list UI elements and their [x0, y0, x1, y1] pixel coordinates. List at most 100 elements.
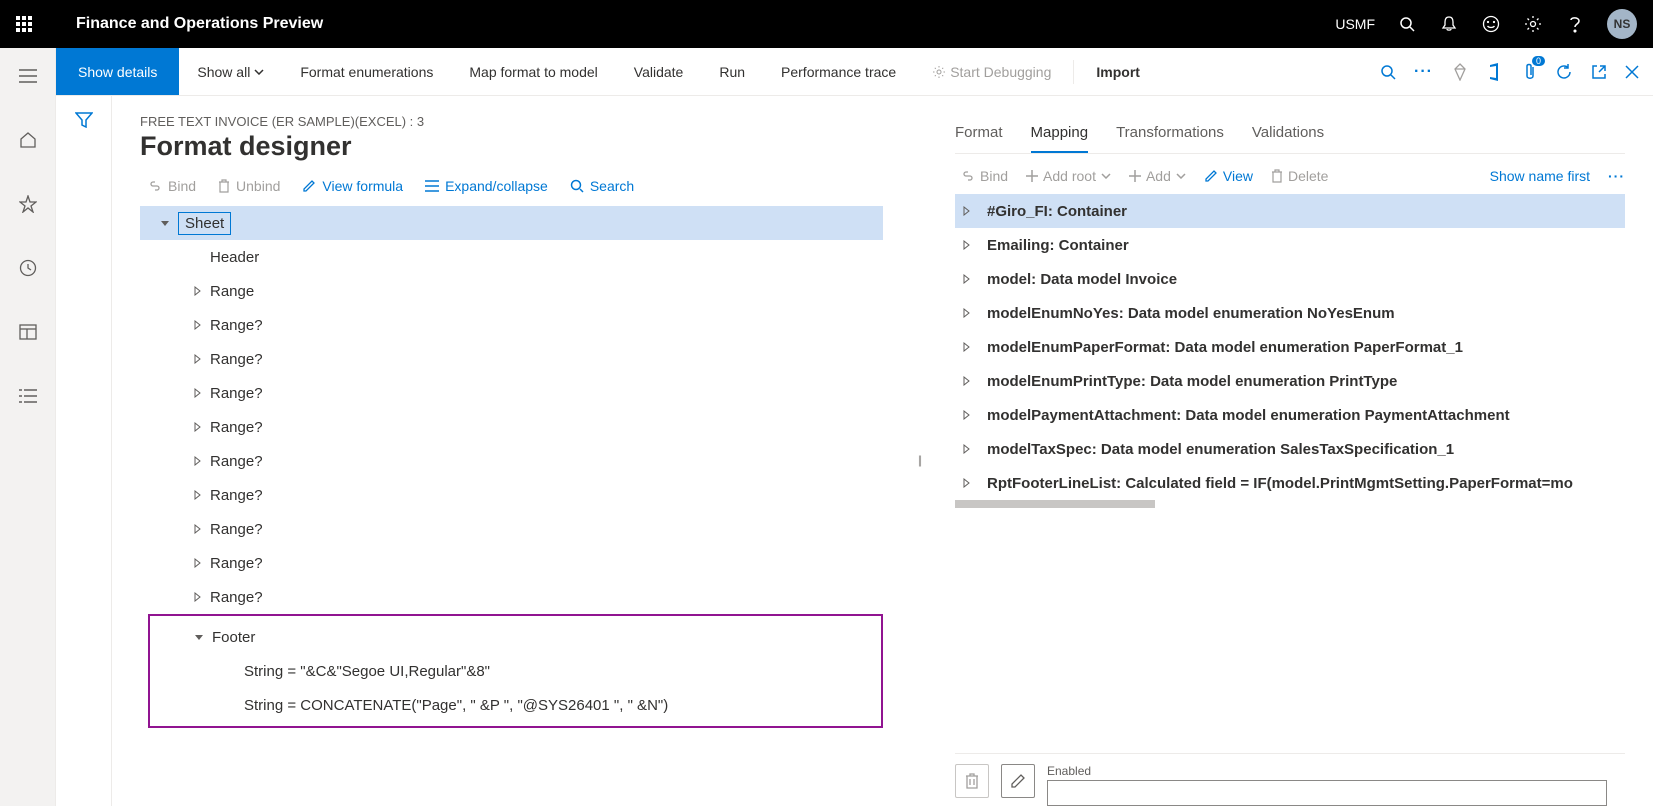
format-tree[interactable]: SheetHeaderRangeRange?Range?Range?Range?… [140, 206, 883, 806]
mapping-tree[interactable]: #Giro_FI: ContainerEmailing: Containermo… [955, 194, 1625, 500]
workspace-icon[interactable] [8, 312, 48, 352]
modules-icon[interactable] [8, 376, 48, 416]
hamburger-icon[interactable] [8, 56, 48, 96]
add-root-button[interactable]: Add root [1026, 168, 1111, 184]
delete-button[interactable]: Delete [1271, 168, 1328, 184]
tree-toggle-icon[interactable] [961, 274, 979, 284]
mapping-row[interactable]: modelEnumPaperFormat: Data model enumera… [955, 330, 1625, 364]
tree-toggle-icon[interactable] [192, 388, 210, 398]
tree-row[interactable]: Range? [140, 512, 883, 546]
gear-icon[interactable] [1523, 14, 1543, 34]
tree-toggle-icon[interactable] [192, 456, 210, 466]
splitter[interactable]: || [915, 114, 923, 806]
smiley-icon[interactable] [1481, 14, 1501, 34]
view-formula-button[interactable]: View formula [302, 178, 403, 194]
map-bind-button[interactable]: Bind [961, 168, 1008, 184]
add-button[interactable]: Add [1129, 168, 1186, 184]
tree-row[interactable]: String = CONCATENATE("Page", " &P ", "@S… [150, 688, 881, 722]
tree-row[interactable]: Range [140, 274, 883, 308]
search-cmd-icon[interactable] [1380, 64, 1396, 80]
tree-toggle-icon[interactable] [961, 308, 979, 318]
tree-toggle-icon[interactable] [961, 342, 979, 352]
diamond-icon[interactable] [1451, 63, 1469, 81]
tree-toggle-icon[interactable] [961, 240, 979, 250]
tree-row[interactable]: Range? [140, 410, 883, 444]
tree-row[interactable]: Footer [150, 620, 881, 654]
tree-toggle-icon[interactable] [961, 206, 979, 216]
popout-icon[interactable] [1591, 64, 1607, 80]
edit-detail-button[interactable] [1001, 764, 1035, 798]
tree-toggle-icon[interactable] [192, 592, 210, 602]
tree-row[interactable]: Header [140, 240, 883, 274]
tree-row[interactable]: Sheet [140, 206, 883, 240]
map-format-button[interactable]: Map format to model [451, 48, 615, 95]
tree-row[interactable]: Range? [140, 478, 883, 512]
start-debugging-button[interactable]: Start Debugging [914, 48, 1069, 95]
show-name-first-button[interactable]: Show name first [1490, 168, 1590, 184]
tree-row[interactable]: String = "&C&"Segoe UI,Regular"&8" [150, 654, 881, 688]
tree-toggle-icon[interactable] [192, 320, 210, 330]
office-icon[interactable] [1487, 63, 1503, 81]
show-all-button[interactable]: Show all [179, 48, 282, 95]
mapping-row[interactable]: #Giro_FI: Container [955, 194, 1625, 228]
tree-toggle-icon[interactable] [961, 444, 979, 454]
tree-row[interactable]: Range? [140, 308, 883, 342]
tree-toggle-icon[interactable] [961, 410, 979, 420]
more-icon[interactable]: ··· [1414, 63, 1433, 81]
enabled-field[interactable] [1047, 780, 1607, 806]
tree-row[interactable]: Range? [140, 580, 883, 614]
mapping-row[interactable]: Emailing: Container [955, 228, 1625, 262]
tree-toggle-icon[interactable] [192, 422, 210, 432]
tree-row[interactable]: Range? [140, 546, 883, 580]
clock-icon[interactable] [8, 248, 48, 288]
mapping-row[interactable]: modelEnumNoYes: Data model enumeration N… [955, 296, 1625, 330]
tab-validations[interactable]: Validations [1252, 114, 1324, 153]
home-icon[interactable] [8, 120, 48, 160]
tab-format[interactable]: Format [955, 114, 1003, 153]
mapping-row[interactable]: model: Data model Invoice [955, 262, 1625, 296]
close-icon[interactable] [1625, 65, 1639, 79]
more-mapping-icon[interactable]: ··· [1608, 168, 1625, 184]
tree-toggle-icon[interactable] [961, 478, 979, 488]
show-details-button[interactable]: Show details [56, 48, 179, 95]
format-enumerations-button[interactable]: Format enumerations [282, 48, 451, 95]
view-button[interactable]: View [1204, 168, 1253, 184]
mapping-row[interactable]: modelPaymentAttachment: Data model enume… [955, 398, 1625, 432]
unbind-button[interactable]: Unbind [218, 178, 280, 194]
tree-row[interactable]: Range? [140, 444, 883, 478]
bell-icon[interactable] [1439, 14, 1459, 34]
run-button[interactable]: Run [701, 48, 763, 95]
tree-toggle-icon[interactable] [192, 354, 210, 364]
expand-collapse-button[interactable]: Expand/collapse [425, 178, 548, 194]
search-tree-button[interactable]: Search [570, 178, 634, 194]
tree-toggle-icon[interactable] [194, 632, 212, 642]
validate-button[interactable]: Validate [616, 48, 702, 95]
bind-button[interactable]: Bind [148, 178, 196, 194]
mapping-row[interactable]: modelTaxSpec: Data model enumeration Sal… [955, 432, 1625, 466]
tree-toggle-icon[interactable] [192, 490, 210, 500]
tree-toggle-icon[interactable] [192, 286, 210, 296]
tab-mapping[interactable]: Mapping [1031, 114, 1089, 153]
legal-entity[interactable]: USMF [1335, 16, 1375, 32]
mapping-row[interactable]: modelEnumPrintType: Data model enumerati… [955, 364, 1625, 398]
performance-trace-button[interactable]: Performance trace [763, 48, 914, 95]
filter-icon[interactable] [75, 112, 93, 806]
tree-toggle-icon[interactable] [160, 218, 178, 228]
user-avatar[interactable]: NS [1607, 9, 1637, 39]
tree-row[interactable]: Range? [140, 376, 883, 410]
star-icon[interactable] [8, 184, 48, 224]
refresh-icon[interactable] [1555, 63, 1573, 81]
search-icon[interactable] [1397, 14, 1417, 34]
tree-toggle-icon[interactable] [192, 524, 210, 534]
tree-row[interactable]: Range? [140, 342, 883, 376]
tab-transformations[interactable]: Transformations [1116, 114, 1224, 153]
horizontal-scrollbar[interactable] [955, 500, 1625, 510]
delete-detail-button[interactable] [955, 764, 989, 798]
tree-toggle-icon[interactable] [192, 558, 210, 568]
help-icon[interactable] [1565, 14, 1585, 34]
import-button[interactable]: Import [1078, 48, 1158, 95]
mapping-row[interactable]: RptFooterLineList: Calculated field = IF… [955, 466, 1625, 500]
attachment-icon[interactable]: 0 [1521, 62, 1537, 82]
tree-toggle-icon[interactable] [961, 376, 979, 386]
app-launcher[interactable] [0, 0, 48, 48]
